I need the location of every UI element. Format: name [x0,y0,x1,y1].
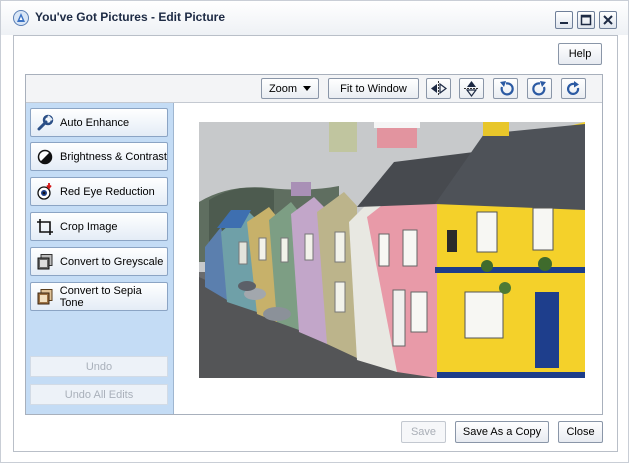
flip-vertical-button[interactable] [459,78,484,99]
convert-sepia-button[interactable]: Convert to Sepia Tone [30,282,168,311]
tool-label: Convert to Sepia Tone [59,284,142,309]
edit-picture-window: You've Got Pictures - Edit Picture Help … [0,0,629,463]
sepia-icon [35,287,55,307]
editor-frame: Zoom Fit to Window Auto Enhance Brightne… [25,74,603,415]
rotate-left-button[interactable] [493,78,518,99]
maximize-button[interactable] [577,11,595,29]
tool-label: Convert to Greyscale [60,255,164,268]
image-toolbar: Zoom Fit to Window [26,75,602,103]
greyscale-icon [35,252,55,272]
close-button[interactable]: Close [558,421,603,443]
flip-vertical-icon [464,81,479,97]
help-button[interactable]: Help [558,43,602,65]
convert-greyscale-button[interactable]: Convert to Greyscale [30,247,168,276]
tool-label: Auto Enhance [60,116,130,129]
window-title: You've Got Pictures - Edit Picture [35,10,226,24]
zoom-dropdown[interactable]: Zoom [261,78,319,99]
undo-all-edits-button[interactable]: Undo All Edits [30,384,168,405]
flip-horizontal-icon [431,81,447,96]
tools-sidebar: Auto Enhance Brightness & Contrast Red E… [26,103,174,414]
title-bar[interactable]: You've Got Pictures - Edit Picture [1,1,628,35]
chevron-down-icon [303,86,312,91]
undo-button[interactable]: Undo [30,356,168,377]
crop-icon [35,217,55,237]
rotate-left-icon [499,80,514,95]
content-panel: Help Zoom Fit to Window Auto Enhance Bri… [13,35,618,452]
tool-label: Brightness & Contrast [60,150,167,163]
auto-enhance-button[interactable]: Auto Enhance [30,108,168,137]
close-icon [603,15,613,25]
image-canvas [183,103,602,414]
flip-horizontal-button[interactable] [426,78,451,99]
fit-to-window-button[interactable]: Fit to Window [328,78,419,99]
rotate-right-button[interactable] [527,78,552,99]
rotate-180-button[interactable] [561,78,586,99]
save-button[interactable]: Save [401,421,446,443]
wrench-icon [35,113,55,133]
brightness-contrast-button[interactable]: Brightness & Contrast [30,142,168,171]
rotate-right-icon [531,80,546,95]
aol-triangle-icon [13,10,29,26]
contrast-icon [35,147,55,167]
tool-label: Crop Image [60,220,118,233]
zoom-label: Zoom [268,82,298,95]
minimize-icon [560,22,568,24]
rotate-180-icon [566,80,579,95]
maximize-icon [580,14,592,26]
close-window-button[interactable] [599,11,617,29]
crop-image-button[interactable]: Crop Image [30,212,168,241]
save-as-copy-button[interactable]: Save As a Copy [455,421,549,443]
red-eye-icon [35,182,55,202]
photo-colorful-houses [199,122,585,378]
tool-label: Red Eye Reduction [60,185,155,198]
red-eye-reduction-button[interactable]: Red Eye Reduction [30,177,168,206]
minimize-button[interactable] [555,11,573,29]
